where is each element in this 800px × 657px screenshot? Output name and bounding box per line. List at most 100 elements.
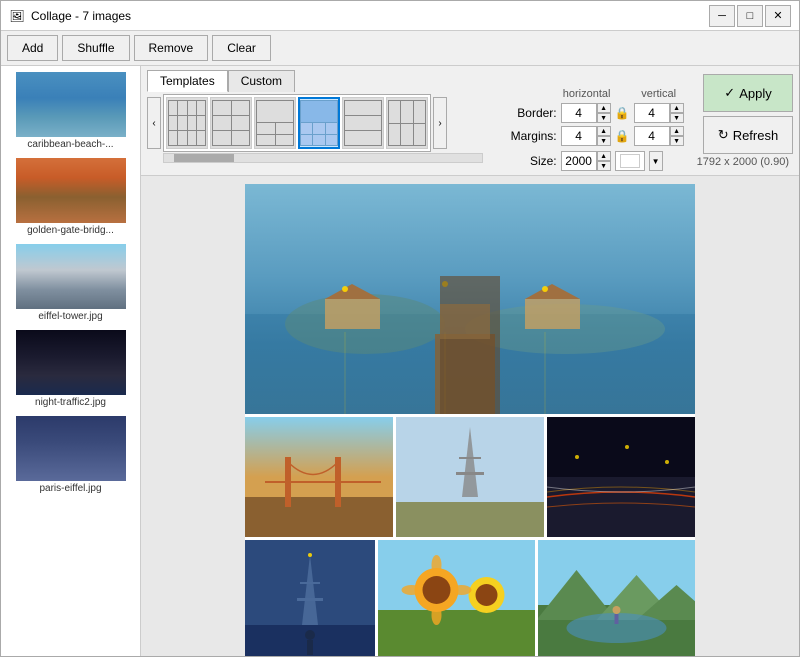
window-controls: ─ □ ✕ (709, 5, 791, 27)
border-v-down[interactable]: ▼ (670, 113, 684, 123)
color-picker[interactable] (615, 151, 645, 171)
thumbnail (16, 158, 126, 223)
vertical-header: vertical (633, 88, 685, 100)
refresh-icon: ↻ (718, 127, 729, 143)
collage-grid (245, 184, 695, 656)
remove-button[interactable]: Remove (134, 35, 209, 61)
collage-cell-eiffel[interactable] (396, 417, 544, 537)
margins-h-input[interactable]: 4 (561, 126, 597, 146)
toolbar: Add Shuffle Remove Clear (1, 31, 799, 66)
thumbnail (16, 416, 126, 481)
paris-night-image (245, 540, 375, 656)
minimize-button[interactable]: ─ (709, 5, 735, 27)
sunflowers-image (378, 540, 535, 656)
list-item[interactable]: night-traffic2.jpg (5, 328, 136, 410)
size-down[interactable]: ▼ (597, 161, 611, 171)
color-dropdown-arrow[interactable]: ▼ (649, 151, 663, 171)
margins-h-down[interactable]: ▼ (597, 136, 611, 146)
border-h-up[interactable]: ▲ (597, 103, 611, 113)
landscape-image (538, 540, 695, 656)
title-bar: 🖼 Collage - 7 images ─ □ ✕ (1, 1, 799, 31)
template-option[interactable] (166, 97, 208, 149)
list-item[interactable]: caribbean-beach-... (5, 70, 136, 152)
size-up[interactable]: ▲ (597, 151, 611, 161)
template-option[interactable] (386, 97, 428, 149)
border-h-down[interactable]: ▼ (597, 113, 611, 123)
image-label: eiffel-tower.jpg (38, 311, 102, 322)
templates-scroll (163, 94, 431, 152)
settings-area: horizontal vertical Border: 4 ▲ ▼ (507, 70, 685, 171)
add-button[interactable]: Add (7, 35, 58, 61)
window-title: Collage - 7 images (31, 9, 703, 23)
image-label: paris-eiffel.jpg (39, 483, 101, 494)
collage-cell-pier[interactable] (245, 184, 695, 414)
collage-cell-sunflowers[interactable] (378, 540, 535, 656)
template-option[interactable] (254, 97, 296, 149)
shuffle-button[interactable]: Shuffle (62, 35, 129, 61)
template-option[interactable] (342, 97, 384, 149)
size-row: Size: 2000 ▲ ▼ ▼ (507, 151, 685, 171)
clear-button[interactable]: Clear (212, 35, 271, 61)
list-item[interactable]: golden-gate-bridg... (5, 156, 136, 238)
apply-check-icon: ✓ (724, 85, 735, 101)
template-option[interactable] (210, 97, 252, 149)
thumbnail (16, 72, 126, 137)
template-option-selected[interactable] (298, 97, 340, 149)
border-lock-icon[interactable]: 🔒 (615, 106, 630, 120)
size-input[interactable]: 2000 (561, 151, 597, 171)
horizontal-header: horizontal (561, 88, 613, 100)
eiffel-small-image (396, 417, 544, 537)
traffic-image (547, 417, 695, 537)
app-icon: 🖼 (9, 8, 25, 24)
maximize-button[interactable]: □ (737, 5, 763, 27)
border-v-spinbox: 4 ▲ ▼ (634, 103, 684, 123)
margins-lock-icon[interactable]: 🔒 (615, 129, 630, 143)
collage-cell-paris-night[interactable] (245, 540, 375, 656)
tab-templates[interactable]: Templates (147, 70, 228, 92)
collage-canvas (141, 176, 799, 656)
prev-template-button[interactable]: ‹ (147, 97, 161, 149)
margins-v-input[interactable]: 4 (634, 126, 670, 146)
golden-gate-image (245, 417, 393, 537)
margins-v-spinbox: 4 ▲ ▼ (634, 126, 684, 146)
margins-v-down[interactable]: ▼ (670, 136, 684, 146)
border-h-input[interactable]: 4 (561, 103, 597, 123)
col-headers: horizontal vertical (507, 88, 685, 100)
main-content: caribbean-beach-... golden-gate-bridg...… (1, 66, 799, 656)
list-item[interactable]: paris-eiffel.jpg (5, 414, 136, 496)
image-label: caribbean-beach-... (27, 139, 113, 150)
size-label: Size: (507, 154, 557, 168)
next-template-button[interactable]: › (433, 97, 447, 149)
right-panel: Templates Custom ‹ (141, 66, 799, 656)
tab-custom[interactable]: Custom (228, 70, 295, 92)
list-item[interactable]: eiffel-tower.jpg (5, 242, 136, 324)
image-list[interactable]: caribbean-beach-... golden-gate-bridg...… (1, 66, 140, 656)
apply-button[interactable]: ✓ Apply (703, 74, 793, 112)
collage-row2 (245, 417, 695, 537)
main-window: 🖼 Collage - 7 images ─ □ ✕ Add Shuffle R… (0, 0, 800, 657)
thumbnail (16, 244, 126, 309)
refresh-button[interactable]: ↻ Refresh (703, 116, 793, 154)
collage-cell-traffic[interactable] (547, 417, 695, 537)
collage-cell-golden-gate[interactable] (245, 417, 393, 537)
border-label: Border: (507, 106, 557, 120)
margins-h-up[interactable]: ▲ (597, 126, 611, 136)
templates-area: Templates Custom ‹ (147, 70, 499, 163)
apply-label: Apply (739, 86, 772, 101)
action-buttons: ✓ Apply ↻ Refresh (703, 70, 793, 154)
margins-row: Margins: 4 ▲ ▼ 🔒 4 ▲ (507, 126, 685, 146)
scrollbar-thumb (174, 154, 234, 162)
thumbnail (16, 330, 126, 395)
left-panel: caribbean-beach-... golden-gate-bridg...… (1, 66, 141, 656)
close-button[interactable]: ✕ (765, 5, 791, 27)
margins-v-up[interactable]: ▲ (670, 126, 684, 136)
border-v-input[interactable]: 4 (634, 103, 670, 123)
border-v-up[interactable]: ▲ (670, 103, 684, 113)
border-h-spinbox: 4 ▲ ▼ (561, 103, 611, 123)
collage-cell-landscape[interactable] (538, 540, 695, 656)
tab-bar: Templates Custom (147, 70, 499, 92)
size-spinbox: 2000 ▲ ▼ (561, 151, 611, 171)
template-scrollbar[interactable] (163, 153, 483, 163)
image-label: golden-gate-bridg... (27, 225, 114, 236)
margins-label: Margins: (507, 129, 557, 143)
